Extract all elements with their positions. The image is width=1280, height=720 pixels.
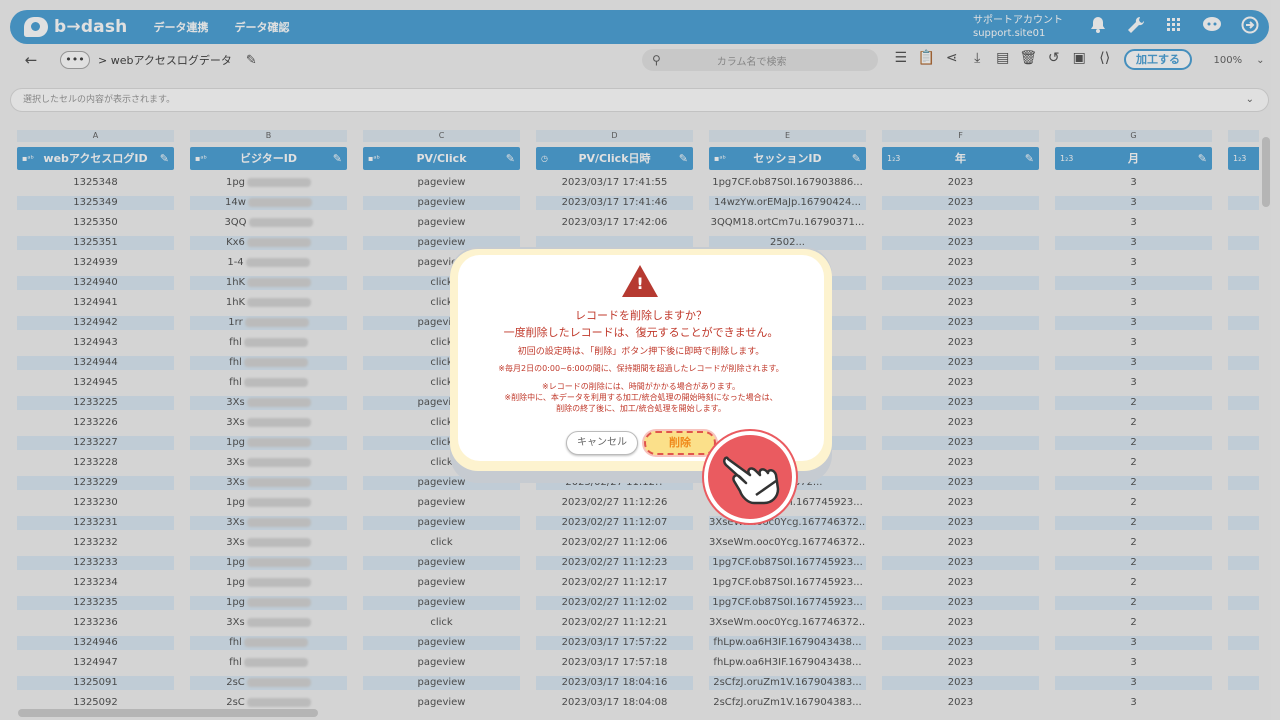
dialog-question: レコードを削除しますか？ bbox=[575, 309, 707, 322]
dialog-note-line: ※レコードの削除には、時間がかかる場合があります。 bbox=[542, 382, 740, 391]
dialog-note-initial: 初回の設定時は、「削除」ボタン押下後に即時で削除します。 bbox=[517, 347, 765, 357]
click-hint-hand-icon bbox=[704, 431, 796, 523]
dialog-warning: 一度削除したレコードは、復元することができません。 bbox=[503, 326, 779, 339]
dialog-body: ! レコードを削除しますか？ 一度削除したレコードは、復元することができません。… bbox=[458, 255, 824, 461]
dialog-note-line: 削除の終了後に、加工/統合処理を開始します。 bbox=[556, 404, 726, 413]
cancel-button[interactable]: キャンセル bbox=[566, 431, 638, 455]
delete-button[interactable]: 削除 bbox=[644, 431, 716, 455]
warning-exclamation: ! bbox=[636, 274, 644, 293]
dialog-note-retention: ※毎月2日の0:00~6:00の間に、保持期間を超過したレコードが削除されます。 bbox=[498, 364, 784, 373]
dialog-note-line: ※削除中に、本データを利用する加工/統合処理の開始時刻になった場合は、 bbox=[504, 393, 778, 402]
dialog-note-timing: ※レコードの削除には、時間がかかる場合があります。 ※削除中に、本データを利用す… bbox=[458, 381, 824, 414]
